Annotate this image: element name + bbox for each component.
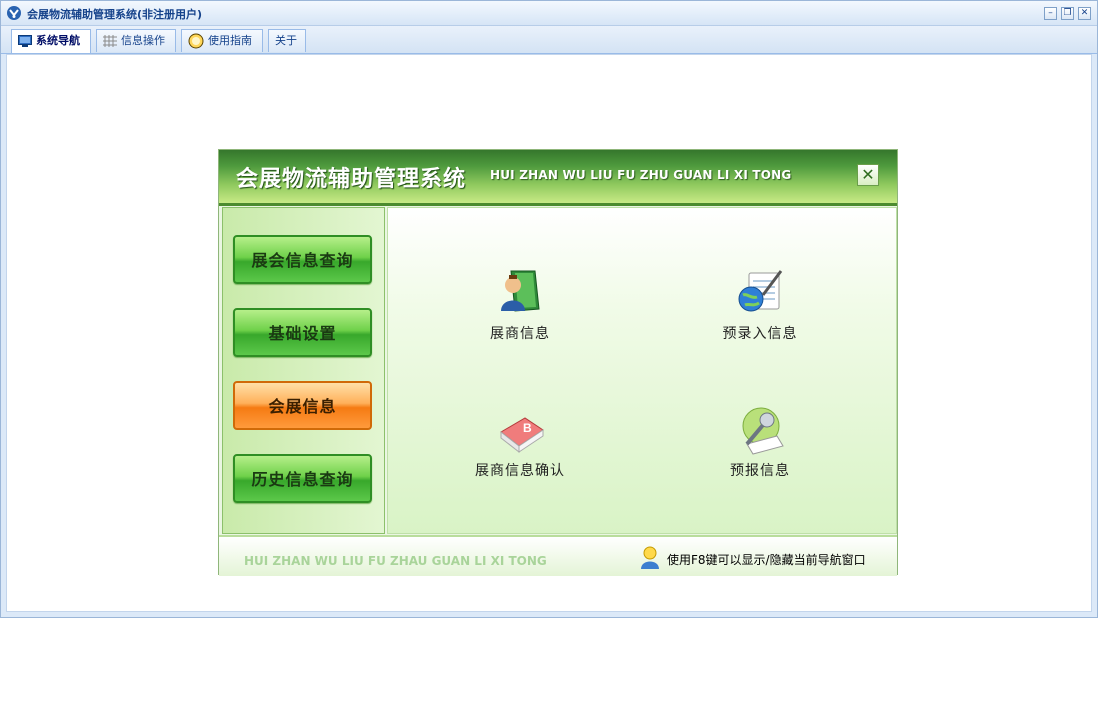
tab-information-operation[interactable]: 信息操作	[96, 29, 176, 52]
restore-button[interactable]: ❐	[1061, 7, 1074, 20]
menu-basic-settings-button[interactable]: 基础设置	[233, 308, 372, 357]
navigation-footer: HUI ZHAN WU LIU FU ZHAU GUAN LI XI TONG …	[219, 535, 897, 576]
tab-label: 信息操作	[121, 34, 165, 47]
navigation-title: 会展物流辅助管理系统	[236, 167, 467, 192]
navigation-panel: 会展物流辅助管理系统 HUI ZHAN WU LIU FU ZHU GUAN L…	[218, 149, 898, 576]
lightbulb-user-icon	[641, 546, 659, 569]
microphone-icon	[742, 407, 784, 455]
svg-text:B: B	[523, 421, 532, 435]
footer-tip: 使用F8键可以显示/隐藏当前导航窗口	[667, 553, 866, 567]
tab-about[interactable]: 关于	[268, 29, 306, 52]
minimize-button[interactable]: –	[1044, 7, 1057, 20]
tab-system-navigation[interactable]: 系统导航	[11, 29, 91, 53]
menu-exhibition-query-button[interactable]: 展会信息查询	[233, 235, 372, 284]
tab-user-guide[interactable]: 使用指南	[181, 29, 263, 52]
item-label: 预录入信息	[722, 326, 798, 342]
app-logo-icon	[7, 6, 21, 20]
menu-exhibition-info-button[interactable]: 会展信息	[233, 381, 372, 430]
navigation-close-button[interactable]: ✕	[857, 164, 879, 186]
monitor-icon	[18, 35, 32, 47]
navigation-items: 展商信息 预录入信息 B 展商信息确认 预报信息	[387, 207, 897, 534]
exhibitor-book-icon	[501, 270, 540, 312]
item-exhibitor-info[interactable]: 展商信息	[440, 265, 600, 343]
title-bar: 会展物流辅助管理系统(非注册用户) – ❐ ✕	[1, 1, 1097, 26]
tab-label: 使用指南	[208, 34, 252, 47]
item-pre-entry-info[interactable]: 预录入信息	[680, 265, 840, 343]
navigation-title-english: HUI ZHAN WU LIU FU ZHU GUAN LI XI TONG	[490, 168, 792, 182]
menu-history-query-button[interactable]: 历史信息查询	[233, 454, 372, 503]
footer-english-title: HUI ZHAN WU LIU FU ZHAU GUAN LI XI TONG	[244, 554, 547, 568]
tab-label: 关于	[275, 34, 297, 47]
globe-notepad-icon	[738, 270, 783, 312]
window-title: 会展物流辅助管理系统(非注册用户)	[27, 8, 203, 21]
tab-label: 系统导航	[36, 34, 80, 47]
navigation-header: 会展物流辅助管理系统 HUI ZHAN WU LIU FU ZHU GUAN L…	[219, 150, 897, 206]
navigation-menu: 展会信息查询 基础设置 会展信息 历史信息查询	[222, 207, 385, 534]
grid-icon	[103, 35, 117, 47]
item-label: 展商信息确认	[475, 463, 565, 479]
close-button[interactable]: ✕	[1078, 7, 1091, 20]
tab-bar: 系统导航 信息操作 使用指南 关于	[1, 26, 1097, 54]
item-label: 展商信息	[490, 326, 550, 342]
stamp-book-icon: B	[500, 417, 544, 454]
item-label: 预报信息	[730, 463, 790, 479]
item-forecast-info[interactable]: 预报信息	[680, 406, 840, 480]
lightbulb-icon	[188, 33, 204, 49]
item-exhibitor-confirm[interactable]: B 展商信息确认	[440, 406, 600, 480]
